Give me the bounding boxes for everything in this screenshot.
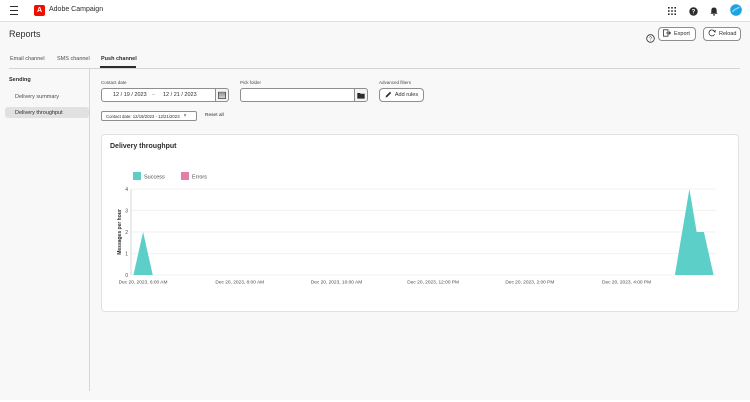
x-tick-label: Dec 20, 2023, 2:00 PM bbox=[505, 280, 554, 286]
y-tick-label: 0 bbox=[125, 273, 128, 279]
y-tick-label: 3 bbox=[125, 208, 128, 214]
y-axis-label: Messages per hour bbox=[117, 209, 123, 255]
legend-swatch-success[interactable] bbox=[133, 172, 141, 180]
x-tick-label: Dec 20, 2023, 4:00 PM bbox=[602, 280, 651, 286]
x-tick-label: Dec 20, 2023, 10:00 AM bbox=[311, 280, 362, 286]
x-tick-label: Dec 20, 2023, 12:00 PM bbox=[407, 280, 459, 286]
throughput-chart: Success Errors Messages per hour 0 1 2 3 4 D… bbox=[117, 172, 716, 286]
legend-label-success[interactable]: Success bbox=[144, 175, 165, 181]
legend-label-errors[interactable]: Errors bbox=[192, 175, 207, 181]
y-tick-label: 2 bbox=[125, 230, 128, 236]
legend-swatch-errors[interactable] bbox=[181, 172, 189, 180]
y-tick-label: 4 bbox=[125, 187, 128, 193]
x-tick-label: Dec 20, 2023, 8:00 AM bbox=[215, 280, 264, 286]
y-tick-label: 1 bbox=[125, 251, 128, 257]
x-tick-label: Dec 20, 2023, 6:00 AM bbox=[119, 280, 168, 286]
